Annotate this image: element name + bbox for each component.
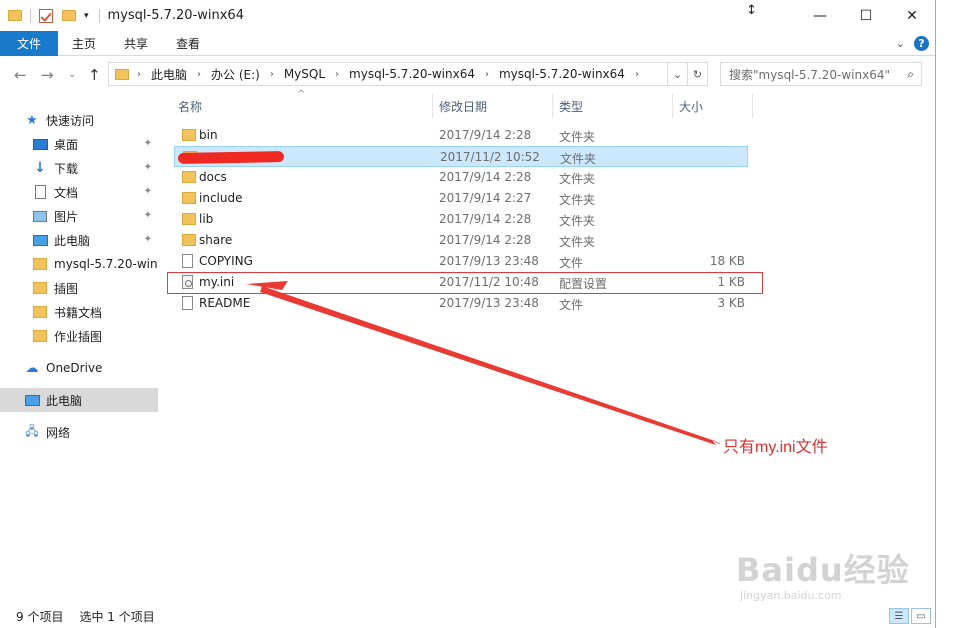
selected-count: 选中 1 个项目 — [79, 609, 155, 624]
details-view-icon[interactable]: ☰ — [889, 608, 909, 624]
explorer-window: ▾ mysql-5.7.20-winx64 ↕ — ☐ ✕ 文件 主页 共享 查… — [0, 0, 936, 628]
status-bar: 9 个项目 选中 1 个项目 ☰ ▭ — [0, 604, 935, 628]
large-icons-view-icon[interactable]: ▭ — [911, 608, 931, 624]
watermark: Baidu经验 jingyan.baidu.com — [736, 545, 910, 602]
arrow-shaft — [260, 286, 716, 445]
annotation-text: 只有my.ini文件 — [723, 439, 828, 456]
item-count: 9 个项目 — [16, 609, 64, 624]
watermark-logo: Baidu经验 — [736, 551, 910, 589]
annotation-arrow — [246, 281, 721, 445]
